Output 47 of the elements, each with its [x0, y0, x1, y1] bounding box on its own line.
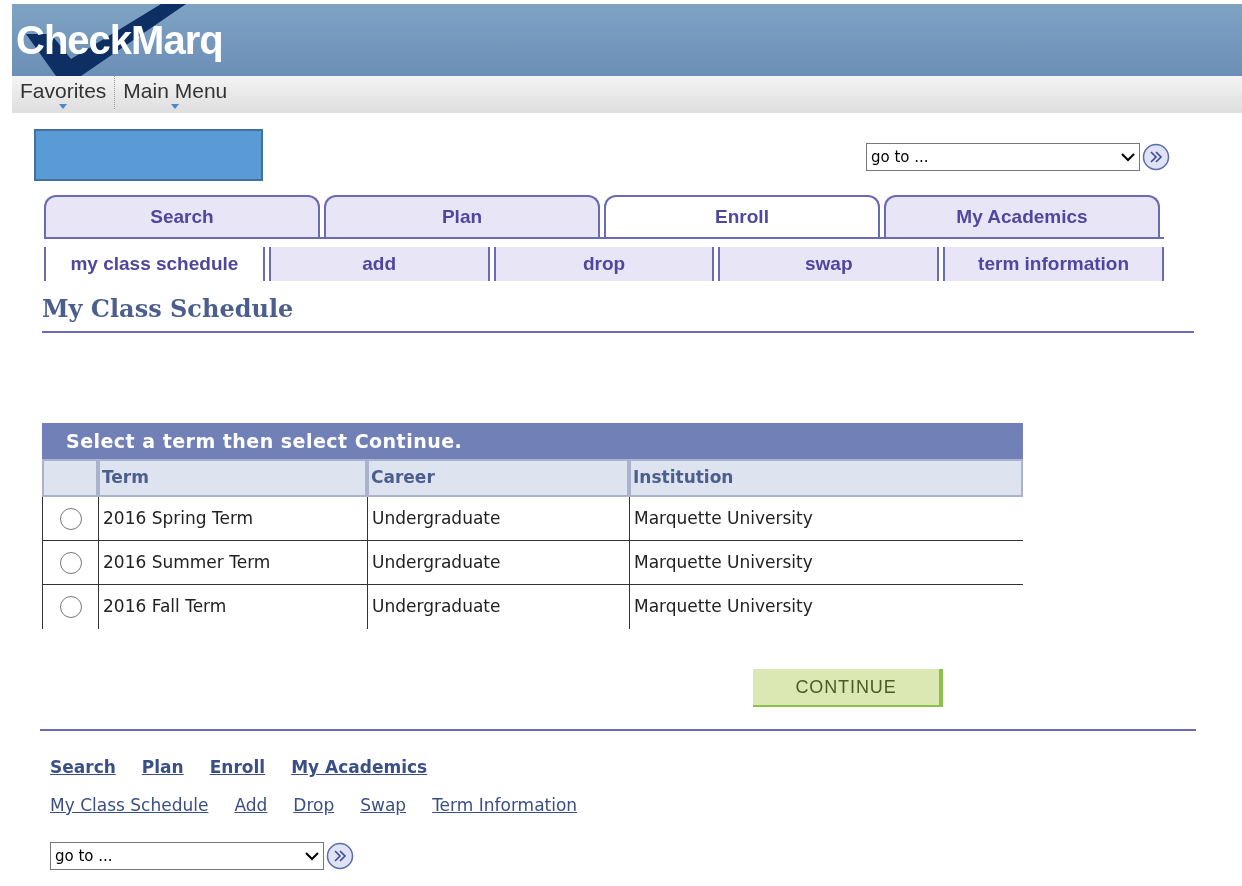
chevron-down-icon — [1121, 152, 1135, 162]
table-cell: 2016 Fall Term — [98, 585, 367, 629]
continue-button[interactable]: CONTINUE — [753, 669, 943, 707]
footer-link[interactable]: Search — [50, 755, 116, 781]
caret-icon — [59, 104, 68, 109]
goto-select[interactable]: go to ... — [866, 143, 1140, 171]
table-cell: Marquette University — [629, 497, 1023, 541]
table-cell: 2016 Spring Term — [98, 497, 367, 541]
subtab[interactable]: add — [268, 247, 490, 281]
subtab[interactable]: swap — [718, 247, 940, 281]
goto-select[interactable]: go to ... — [50, 842, 324, 870]
tab[interactable]: Enroll — [604, 195, 880, 237]
footer-link[interactable]: Term Information — [432, 792, 578, 818]
go-button[interactable] — [1142, 143, 1170, 171]
column-header: Career — [367, 459, 629, 497]
tab[interactable]: Plan — [324, 195, 600, 237]
column-header: Term — [98, 459, 367, 497]
table-cell: Undergraduate — [367, 497, 629, 541]
radio-button[interactable] — [59, 507, 82, 530]
table-caption: Select a term then select Continue. — [42, 423, 1023, 459]
chevron-down-icon — [305, 851, 319, 861]
footer-link[interactable]: Plan — [141, 755, 184, 781]
menu-item[interactable]: Favorites — [18, 78, 109, 104]
column-header: Institution — [629, 459, 1023, 497]
page-title: My Class Schedule — [42, 293, 295, 325]
radio-button[interactable] — [59, 596, 82, 618]
subtab[interactable]: drop — [493, 247, 715, 281]
tab[interactable]: My Academics — [884, 195, 1160, 237]
subtab[interactable]: my class schedule — [44, 247, 265, 281]
table-cell: Marquette University — [629, 541, 1023, 585]
header-cell — [42, 459, 98, 497]
radio-button[interactable] — [59, 551, 82, 574]
menu-item[interactable]: Main Menu — [121, 78, 230, 104]
tab[interactable]: Search — [44, 195, 320, 237]
table-cell: Undergraduate — [367, 541, 629, 585]
footer-link[interactable]: Enroll — [209, 755, 266, 781]
footer-link[interactable]: My Academics — [291, 755, 428, 781]
table-cell: Undergraduate — [367, 585, 629, 629]
go-button[interactable] — [326, 842, 354, 870]
footer-link[interactable]: Swap — [360, 792, 407, 818]
subtab[interactable]: term information — [943, 247, 1164, 281]
footer-link[interactable]: My Class Schedule — [50, 792, 209, 818]
table-cell: 2016 Summer Term — [98, 541, 367, 585]
caret-icon — [171, 104, 180, 109]
table-cell: Marquette University — [629, 585, 1023, 629]
footer-link[interactable]: Drop — [293, 792, 335, 818]
footer-link[interactable]: Add — [234, 792, 268, 818]
